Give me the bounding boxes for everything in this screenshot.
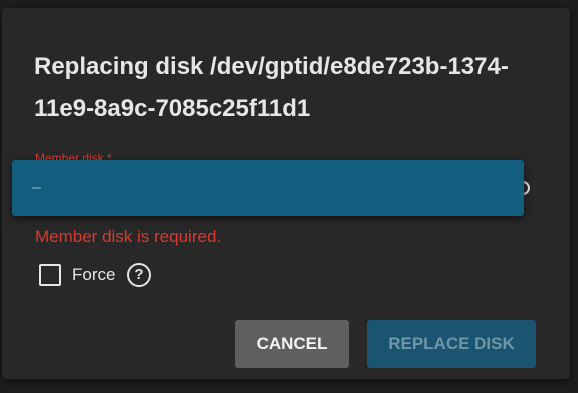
help-icon[interactable]: ? [127, 263, 151, 287]
replace-disk-button[interactable]: REPLACE DISK [367, 320, 536, 368]
force-label[interactable]: Force [72, 264, 115, 286]
member-disk-error: Member disk is required. [35, 227, 222, 246]
cancel-button[interactable]: CANCEL [235, 320, 349, 368]
dialog-title: Replacing disk /dev/gptid/e8de723b-1374-… [34, 53, 509, 122]
member-disk-dropdown-option[interactable]: – [12, 160, 524, 216]
force-checkbox[interactable] [39, 264, 61, 286]
dropdown-option-label: – [32, 179, 41, 196]
